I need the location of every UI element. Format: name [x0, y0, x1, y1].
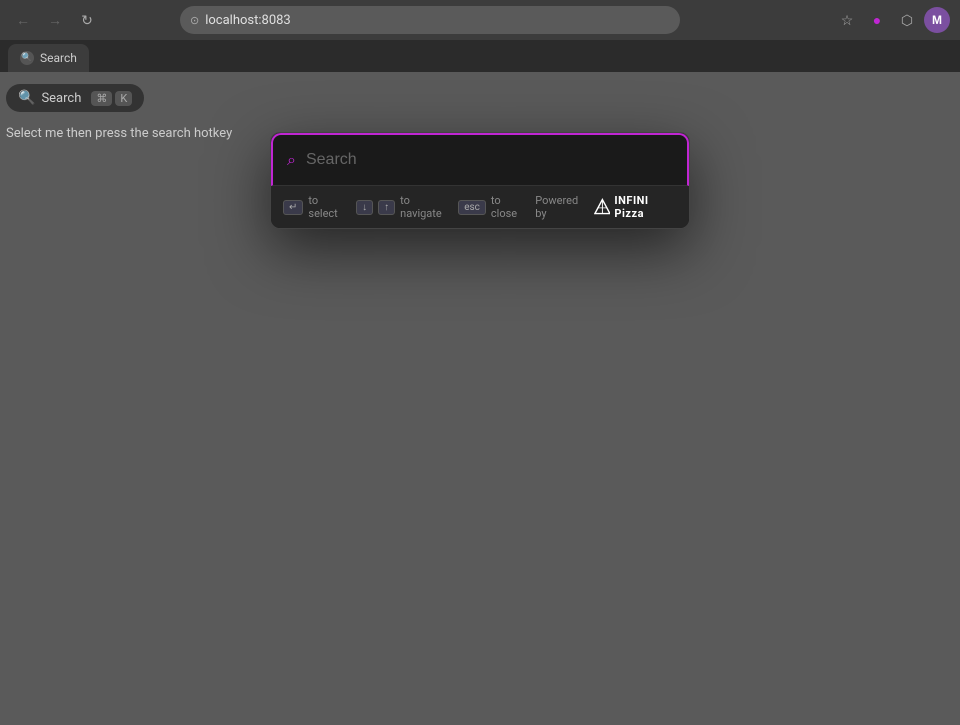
browser-actions: ☆ ● ⬡ M: [834, 7, 950, 33]
tab-bar: 🔍 Search: [0, 40, 960, 72]
hint-navigate-label: to navigate: [400, 194, 448, 220]
back-button[interactable]: ←: [10, 7, 36, 33]
infini-pizza-icon: [594, 198, 611, 216]
hint-close: esc to close: [458, 194, 525, 220]
url-text: localhost:8083: [205, 13, 291, 28]
hint-select-label: to select: [308, 194, 346, 220]
opera-icon: ●: [873, 12, 881, 28]
lock-icon: ⊙: [190, 14, 199, 27]
tab-title: Search: [40, 51, 77, 65]
search-favicon-icon: 🔍: [21, 53, 32, 63]
search-footer: ↵ to select ↓ ↑ to navigate esc to close…: [271, 186, 689, 228]
hint-close-label: to close: [491, 194, 525, 220]
search-input-container: ⌕: [271, 133, 689, 186]
powered-by: Powered by INFINI Pizza: [535, 194, 677, 220]
active-tab[interactable]: 🔍 Search: [8, 44, 89, 72]
page-content: 🔍 Search ⌘ K Select me then press the se…: [0, 72, 960, 725]
brand-name: INFINI Pizza: [614, 194, 677, 220]
forward-icon: →: [48, 12, 62, 28]
opera-icon-button[interactable]: ●: [864, 7, 890, 33]
search-modal-icon: ⌕: [287, 150, 296, 170]
search-modal-overlay: ⌕ ↵ to select ↓ ↑ to navigate esc to clo…: [0, 72, 960, 725]
browser-toolbar: ← → ↻ ⊙ localhost:8083 ☆ ● ⬡ M: [0, 0, 960, 40]
powered-by-label: Powered by: [535, 194, 588, 220]
search-input[interactable]: [306, 135, 673, 185]
infini-pizza-logo: INFINI Pizza: [594, 194, 677, 220]
search-modal: ⌕ ↵ to select ↓ ↑ to navigate esc to clo…: [270, 132, 690, 229]
tab-favicon: 🔍: [20, 51, 34, 65]
avatar-initial: M: [932, 13, 942, 27]
esc-key: esc: [458, 200, 486, 215]
reload-icon: ↻: [81, 12, 93, 29]
forward-button[interactable]: →: [42, 7, 68, 33]
extensions-icon: ⬡: [901, 12, 913, 29]
enter-key: ↵: [283, 200, 303, 215]
browser-chrome: ← → ↻ ⊙ localhost:8083 ☆ ● ⬡ M: [0, 0, 960, 72]
profile-button[interactable]: M: [924, 7, 950, 33]
hint-navigate: ↓ ↑ to navigate: [356, 194, 448, 220]
down-key: ↓: [356, 200, 373, 215]
star-button[interactable]: ☆: [834, 7, 860, 33]
address-bar[interactable]: ⊙ localhost:8083: [180, 6, 680, 34]
extensions-button[interactable]: ⬡: [894, 7, 920, 33]
up-key: ↑: [378, 200, 395, 215]
reload-button[interactable]: ↻: [74, 7, 100, 33]
star-icon: ☆: [841, 12, 854, 29]
hint-select: ↵ to select: [283, 194, 346, 220]
back-icon: ←: [16, 12, 30, 28]
